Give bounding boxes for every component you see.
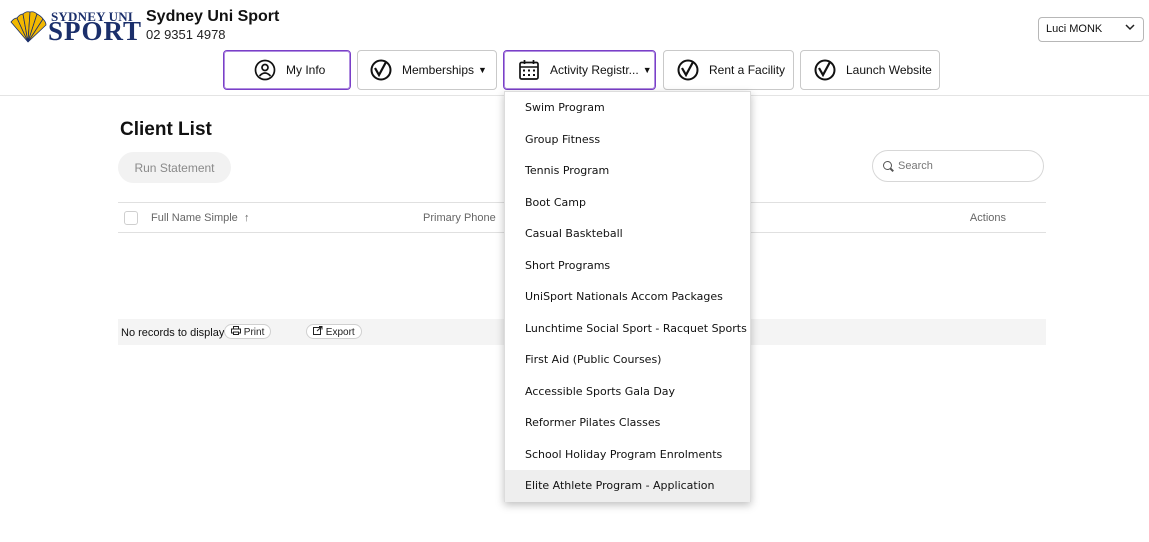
export-label: Export [325,327,355,338]
org-name: Sydney Uni Sport [146,8,280,25]
top-header: SYDNEY UNI SPORT Sydney Uni Sport 02 935… [0,0,1149,96]
nav-rent-facility-label: Rent a Facility [709,63,786,77]
dropdown-item-boot-camp[interactable]: Boot Camp [505,187,750,219]
sydney-uni-sport-logo[interactable]: SYDNEY UNI SPORT [8,8,143,46]
column-header-name[interactable]: Full Name Simple ↑ [151,212,249,224]
dropdown-item-swim-program[interactable]: Swim Program [505,92,750,124]
nav-activity-registration-label: Activity Registr... [550,63,639,77]
dropdown-item-casual-basketball[interactable]: Casual Baskteball [505,218,750,250]
user-circle-icon [254,59,276,81]
logo-text-bottom: SPORT [48,16,143,46]
search-input[interactable]: Search [872,150,1044,182]
dropdown-item-first-aid[interactable]: First Aid (Public Courses) [505,344,750,376]
select-all-checkbox[interactable] [124,211,138,225]
dropdown-item-accessible-sports[interactable]: Accessible Sports Gala Day [505,376,750,408]
dropdown-item-group-fitness[interactable]: Group Fitness [505,124,750,156]
dropdown-item-elite-athlete[interactable]: Elite Athlete Program - Application [505,470,750,502]
print-label: Print [243,327,265,338]
dropdown-item-lunchtime-social-sport[interactable]: Lunchtime Social Sport - Racquet Sports [505,313,750,345]
nav-memberships-label: Memberships [402,63,475,77]
page-title: Client List [120,119,212,140]
printer-icon [231,326,241,338]
run-statement-button[interactable]: Run Statement [118,152,231,183]
sort-asc-icon: ↑ [243,212,250,224]
nav-memberships-button[interactable]: Memberships ▼ [357,50,497,90]
search-placeholder: Search [898,160,933,172]
dropdown-item-unisport-nationals[interactable]: UniSport Nationals Accom Packages [505,281,750,313]
nav-my-info-label: My Info [286,63,326,77]
column-header-actions: Actions [969,212,1006,224]
dropdown-item-short-programs[interactable]: Short Programs [505,250,750,282]
print-button[interactable]: Print [224,324,272,339]
dropdown-item-school-holiday[interactable]: School Holiday Program Enrolments [505,439,750,471]
nav-launch-website-label: Launch Website [846,63,932,77]
empty-state-text: No records to display [121,327,225,339]
chevron-down-icon [1125,23,1135,34]
sport-check-icon [370,59,392,81]
sport-check-icon [677,59,699,81]
nav-rent-facility-button[interactable]: Rent a Facility [663,50,794,90]
search-icon [883,161,892,170]
column-header-phone[interactable]: Primary Phone [423,212,496,224]
activity-registration-dropdown: Swim Program Group Fitness Tennis Progra… [504,91,751,502]
nav-launch-website-button[interactable]: Launch Website [800,50,940,90]
user-select-value: Luci MONK [1046,23,1103,35]
dropdown-item-tennis-program[interactable]: Tennis Program [505,155,750,187]
external-link-icon [313,326,323,338]
fan-logo-icon [10,11,47,43]
caret-down-icon: ▼ [642,65,652,75]
user-select[interactable]: Luci MONK [1038,17,1144,42]
caret-down-icon: ▼ [478,65,487,75]
dropdown-item-reformer-pilates[interactable]: Reformer Pilates Classes [505,407,750,439]
nav-activity-registration-button[interactable]: Activity Registr... ▼ [503,50,656,90]
org-phone: 02 9351 4978 [146,27,226,42]
calendar-grid-icon [518,59,540,81]
sport-check-icon [814,59,836,81]
column-name-label: Full Name Simple [151,212,238,224]
export-button[interactable]: Export [306,324,362,339]
nav-my-info-button[interactable]: My Info [223,50,351,90]
